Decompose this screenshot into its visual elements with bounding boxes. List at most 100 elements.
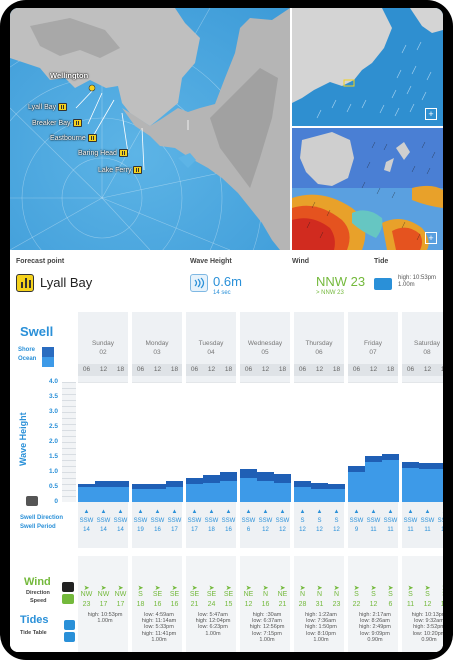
hours-row: 06 12 18 [348,364,398,376]
swell-direction-value: S [317,518,322,524]
map-spot-lyall-bay[interactable]: Lyall Bay [28,103,68,111]
tide-table-label: Tide Table [20,630,47,636]
tide-table-icon[interactable] [64,632,75,642]
day-column[interactable]: Saturday08061218▲SSW11▲SSW11▲SSW13 [402,312,443,548]
hour-label: 06 [406,366,415,373]
forecast-point-name[interactable]: Lyall Bay [40,275,92,290]
hour-label: 06 [352,366,361,373]
swell-direction-value: SSW [420,518,435,524]
wind-speed-value: 21 [278,601,287,608]
wave-icon [190,274,208,292]
day-column[interactable]: Sunday 02 06 12 18 ▲ SSW 14 ▲ SSW 14 ▲ SSW 14 [78,312,130,548]
hour-label: 12 [423,366,432,373]
wind-speed-value: 12 [369,601,378,608]
wind-direction-value: NW [114,591,127,598]
wind-day-column[interactable]: ➤ S 18 ➤ SE 16 ➤ SE 16 low: 4:59am high: 11:14am … [132,556,184,652]
expand-map-button[interactable]: + [425,232,437,244]
swell-direction-value: S [334,518,339,524]
hours-row: 06 12 18 [78,364,128,376]
y-tick-label: 1.5 [48,453,58,460]
nz-overview-map[interactable]: + [292,8,443,126]
swell-period-value: 6 [246,527,251,533]
hour-label: 18 [116,366,125,373]
day-column[interactable]: Thursday 06 06 12 18 ▲ S 12 ▲ S 12 ▲ S 12 [294,312,346,548]
map-spot-baring-head[interactable]: Baring Head [78,149,128,157]
legend-ocean-label: Ocean [18,356,37,362]
wind-day-column[interactable]: ➤ S 22 ➤ S 12 ➤ S 6 high: 2:17am low: 8:26am high… [348,556,400,652]
day-column[interactable]: Wednesday 05 06 12 18 ▲ SSW 6 ▲ SSW 12 ▲ SSW 12 [240,312,292,548]
swell-period-value: 17 [191,527,198,533]
wind-direction-value: S [371,591,376,598]
swell-period-value: 18 [208,527,215,533]
map-spot-eastbourne[interactable]: Eastbourne [50,134,97,142]
forecast-point-heading: Forecast point [16,258,65,265]
swell-direction-arrow-icon: ▲ [83,509,90,515]
swell-direction-arrow-icon: ▲ [299,509,306,515]
camera-icon[interactable] [26,496,38,506]
day-column[interactable]: Tuesday 04 06 12 18 ▲ SSW 17 ▲ SSW 18 ▲ SSW 16 [186,312,238,548]
day-number: 04 [207,349,215,356]
swell-direction-value: S [300,518,305,524]
swell-bar-shore [112,487,129,502]
hour-label: 12 [207,366,216,373]
tide-heading: Tide [374,258,389,265]
spot-marker-icon [133,166,143,174]
hour-label: 18 [332,366,341,373]
wave-height-axis-label: Wave Height [18,412,28,466]
map-spot-lake-ferry[interactable]: Lake Ferry [98,166,143,174]
wind-direction-label: Direction [26,590,50,596]
swell-direction-arrow-icon: ▲ [117,509,124,515]
wind-day-column[interactable]: ➤ N 28 ➤ N 31 ➤ N 23 high: 1:22am low: 7:36am hig… [294,556,346,652]
map-spot-breaker-bay[interactable]: Breaker Bay [32,119,82,127]
wind-direction-value: N [333,591,340,598]
wind-arrow-icon[interactable] [62,582,74,592]
swell-direction-arrow-icon: ▲ [225,509,232,515]
wind-day-column[interactable]: ➤ NW 23 ➤ NW 17 ➤ NW 17 high: 10:53pm 1.00m [78,556,130,652]
wind-speed-value: 17 [99,601,108,608]
map-spot-label: Baring Head [78,149,117,157]
swell-direction-value: SSW [221,518,236,524]
day-name: Thursday [305,340,333,347]
swell-direction-arrow-icon: ▲ [100,509,107,515]
swell-direction-value: SSW [113,518,128,524]
swell-period-value: 9 [354,527,359,533]
swell-direction-arrow-icon: ▲ [191,509,198,515]
region-map[interactable]: Wellington Lyall Bay Breaker Bay Eastbou… [10,8,290,250]
swell-bar-shore [132,488,149,502]
tide-day-text: high: 1:22am low: 7:36am high: 1:50pm lo… [305,612,337,643]
wind-speed-value: 23 [332,601,341,608]
wave-height-heading: Wave Height [190,258,232,265]
swell-heatmap-graphic [292,128,443,250]
swell-period-value: 11 [407,527,414,533]
wind-day-column[interactable]: ➤ NE 12 ➤ N 16 ➤ NE 21 high: :30am low: 6:37am hi… [240,556,292,652]
wind-day-column[interactable]: ➤ SE 21 ➤ SE 24 ➤ SE 15 low: 5:47am high: 12:04pm… [186,556,238,652]
expand-map-button[interactable]: + [425,108,437,120]
current-conditions: Forecast point Lyall Bay Wave Height 0.6… [10,254,443,310]
wind-speed-value: 12 [423,601,432,608]
tide-info: high: 10:53pm 1.00m [398,275,436,289]
swell-bar-shore [294,487,311,502]
day-column[interactable]: Monday 03 06 12 18 ▲ SSW 19 ▲ SSW 16 ▲ SSW 17 [132,312,184,548]
day-column[interactable]: Friday 07 06 12 18 ▲ SSW 9 ▲ SSW 11 ▲ SSW 11 [348,312,400,548]
wind-direction-value: SE [189,591,200,598]
swell-direction-value: SSW [187,518,202,524]
wind-day-column[interactable]: ➤S11➤S12➤S13high: 10:13pm low: 9:32am hi… [402,556,443,652]
swell-direction-arrow-icon: ▲ [333,509,340,515]
day-number: 03 [153,349,161,356]
knots-icon[interactable] [62,594,74,604]
swell-direction-value: SSW [79,518,94,524]
ocean-swell-map[interactable]: + [292,128,443,250]
wind-speed-value: 28 [298,601,307,608]
swell-period-value: 14 [100,527,107,533]
swell-period-value: 19 [137,527,144,533]
spot-marker-icon [58,103,68,111]
swell-direction-arrow-icon: ▲ [262,509,269,515]
swell-direction-arrow-icon: ▲ [316,509,323,515]
tide-chart-icon[interactable] [64,620,75,630]
map-spot-label: Lyall Bay [28,103,57,111]
swell-period-value: 12 [279,527,286,533]
swell-direction-value: SSW [204,518,219,524]
swell-direction-arrow-icon: ▲ [171,509,178,515]
swell-direction-arrow-icon: ▲ [424,509,431,515]
day-number: 06 [315,349,323,356]
